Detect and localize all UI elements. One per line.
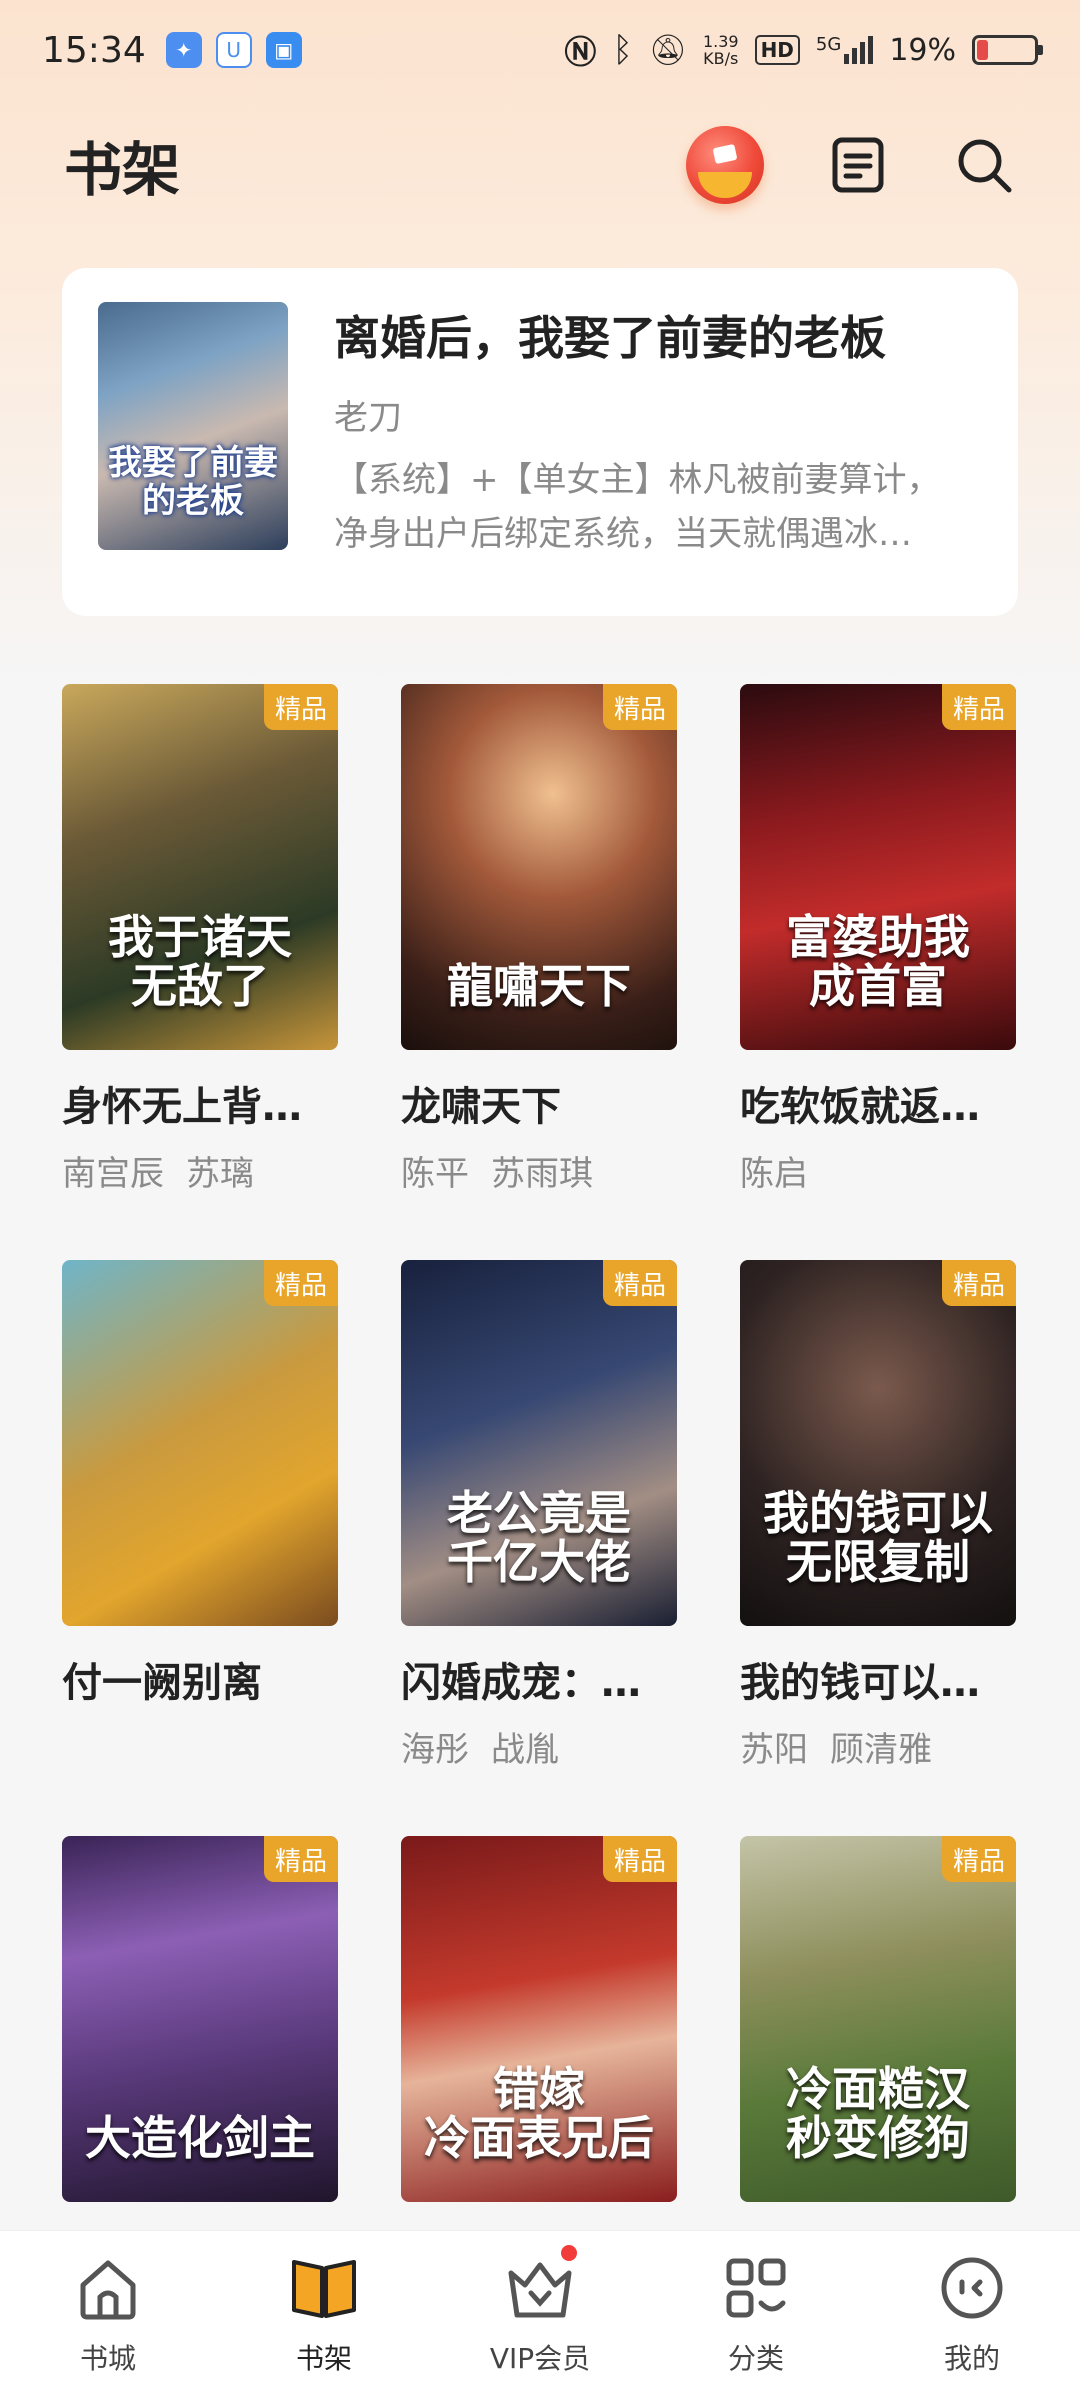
book-authors: 海彤 战胤 bbox=[401, 1730, 559, 1770]
book-item[interactable]: 老公竟是 千亿大佬 精品 闪婚成宠：… 海彤 战胤 bbox=[401, 1260, 677, 1836]
bookshelf-grid: 我于诸天 无敌了 精品 身怀无上背… 南宫辰 苏璃 龍嘯天下 精品 龙啸天下 陈平… bbox=[62, 684, 1018, 2400]
vip-crown-icon bbox=[501, 2245, 579, 2327]
premium-badge: 精品 bbox=[942, 1836, 1016, 1882]
category-icon bbox=[717, 2249, 795, 2327]
featured-book-cover[interactable]: 我娶了前妻 的老板 bbox=[98, 302, 288, 550]
book-item[interactable]: 精品 付一阙别离 bbox=[62, 1260, 338, 1836]
home-icon bbox=[69, 2249, 147, 2327]
book-title: 龙啸天下 bbox=[401, 1084, 561, 1130]
premium-badge: 精品 bbox=[942, 684, 1016, 730]
hd-badge: HD bbox=[754, 35, 800, 65]
cover-art-text: 我于诸天 无敌了 bbox=[108, 909, 292, 1014]
book-title: 付一阙别离 bbox=[62, 1660, 262, 1706]
premium-badge: 精品 bbox=[264, 1836, 338, 1882]
book-title: 吃软饭就返… bbox=[740, 1084, 980, 1130]
gift-reward-icon[interactable] bbox=[686, 126, 764, 204]
bottom-tab-bar: 书城 书架 VIP会员 分类 我的 bbox=[0, 2230, 1080, 2400]
cover-art-text: 冷面糙汉 秒变修狗 bbox=[786, 2061, 970, 2166]
signal-icon: 5G bbox=[816, 36, 874, 64]
battery-level bbox=[977, 40, 988, 60]
book-cover[interactable]: 老公竟是 千亿大佬 精品 bbox=[401, 1260, 677, 1626]
premium-badge: 精品 bbox=[264, 1260, 338, 1306]
message-notification-icon: ▣ bbox=[265, 32, 302, 68]
notification-dot bbox=[561, 2245, 577, 2261]
book-authors: 南宫辰 苏璃 bbox=[62, 1154, 254, 1194]
cover-art-text: 我娶了前妻 的老板 bbox=[108, 443, 278, 521]
book-cover[interactable]: 冷面糙汉 秒变修狗 精品 bbox=[740, 1836, 1016, 2202]
page-title: 书架 bbox=[64, 136, 181, 204]
cover-art-text: 富婆助我 成首富 bbox=[786, 909, 970, 1014]
premium-badge: 精品 bbox=[603, 1836, 677, 1882]
book-title: 我的钱可以… bbox=[740, 1660, 980, 1706]
reading-list-icon[interactable] bbox=[826, 133, 890, 197]
book-authors: 苏阳 顾清雅 bbox=[740, 1730, 932, 1770]
cover-art-text: 大造化剑主 bbox=[85, 2111, 315, 2166]
cover-art-text: 错嫁 冷面表兄后 bbox=[424, 2061, 654, 2166]
book-item[interactable]: 龍嘯天下 精品 龙啸天下 陈平 苏雨琪 bbox=[401, 684, 677, 1260]
premium-badge: 精品 bbox=[603, 1260, 677, 1306]
page-header: 书架 bbox=[0, 115, 1080, 215]
book-item[interactable]: 我于诸天 无敌了 精品 身怀无上背… 南宫辰 苏璃 bbox=[62, 684, 338, 1260]
book-authors: 陈平 苏雨琪 bbox=[401, 1154, 593, 1194]
book-item[interactable]: 富婆助我 成首富 精品 吃软饭就返… 陈启 bbox=[740, 684, 1016, 1260]
tab-profile[interactable]: 我的 bbox=[892, 2249, 1052, 2400]
search-icon[interactable] bbox=[952, 133, 1016, 197]
book-title: 闪婚成宠：… bbox=[401, 1660, 641, 1706]
book-cover[interactable]: 错嫁 冷面表兄后 精品 bbox=[401, 1836, 677, 2202]
profile-icon bbox=[933, 2249, 1011, 2327]
book-cover[interactable]: 我于诸天 无敌了 精品 bbox=[62, 684, 338, 1050]
featured-book-author: 老刀 bbox=[334, 398, 402, 438]
bluetooth-icon: ᛒ bbox=[612, 30, 633, 70]
u-notification-icon: U bbox=[215, 32, 252, 68]
tab-category[interactable]: 分类 bbox=[676, 2249, 836, 2400]
premium-badge: 精品 bbox=[264, 684, 338, 730]
nfc-icon: Ⓝ bbox=[564, 33, 597, 71]
cover-art-text: 老公竟是 千亿大佬 bbox=[447, 1485, 631, 1590]
battery-percent: 19% bbox=[889, 32, 956, 68]
cover-art-text: 我的钱可以 无限复制 bbox=[763, 1485, 993, 1590]
status-time: 15:34 bbox=[42, 29, 146, 71]
battery-icon bbox=[972, 35, 1043, 65]
featured-book-card[interactable]: 我娶了前妻 的老板 离婚后，我娶了前妻的老板 老刀 【系统】+【单女主】林凡被前妻… bbox=[62, 268, 1018, 616]
mute-bell-icon: 🔕︎ bbox=[648, 32, 687, 68]
tab-vip[interactable]: VIP会员 bbox=[460, 2245, 620, 2400]
premium-badge: 精品 bbox=[942, 1260, 1016, 1306]
tab-bookstore[interactable]: 书城 bbox=[28, 2249, 188, 2400]
featured-book-title: 离婚后，我娶了前妻的老板 bbox=[334, 311, 886, 365]
book-cover[interactable]: 精品 bbox=[62, 1260, 338, 1626]
book-authors: 陈启 bbox=[740, 1154, 808, 1194]
app-notification-icon: ✦ bbox=[165, 32, 202, 68]
featured-book-description: 【系统】+【单女主】林凡被前妻算计，净身出户后绑定系统，当天就偶遇冰… bbox=[334, 460, 941, 554]
book-title: 身怀无上背… bbox=[62, 1084, 302, 1130]
book-cover[interactable]: 我的钱可以 无限复制 精品 bbox=[740, 1260, 1016, 1626]
tab-bookshelf[interactable]: 书架 bbox=[244, 2249, 404, 2400]
bookshelf-icon bbox=[285, 2249, 363, 2327]
net-speed: 1.39 KB/s bbox=[702, 32, 739, 68]
book-cover[interactable]: 龍嘯天下 精品 bbox=[401, 684, 677, 1050]
premium-badge: 精品 bbox=[603, 684, 677, 730]
cover-art-text: 龍嘯天下 bbox=[447, 959, 631, 1014]
book-cover[interactable]: 大造化剑主 精品 bbox=[62, 1836, 338, 2202]
book-item[interactable]: 我的钱可以 无限复制 精品 我的钱可以… 苏阳 顾清雅 bbox=[740, 1260, 1016, 1836]
book-cover[interactable]: 富婆助我 成首富 精品 bbox=[740, 684, 1016, 1050]
status-bar: 15:34 ✦ U ▣ Ⓝ ᛒ 🔕︎ 1.39 KB/s HD 5G 19% bbox=[0, 0, 1080, 100]
